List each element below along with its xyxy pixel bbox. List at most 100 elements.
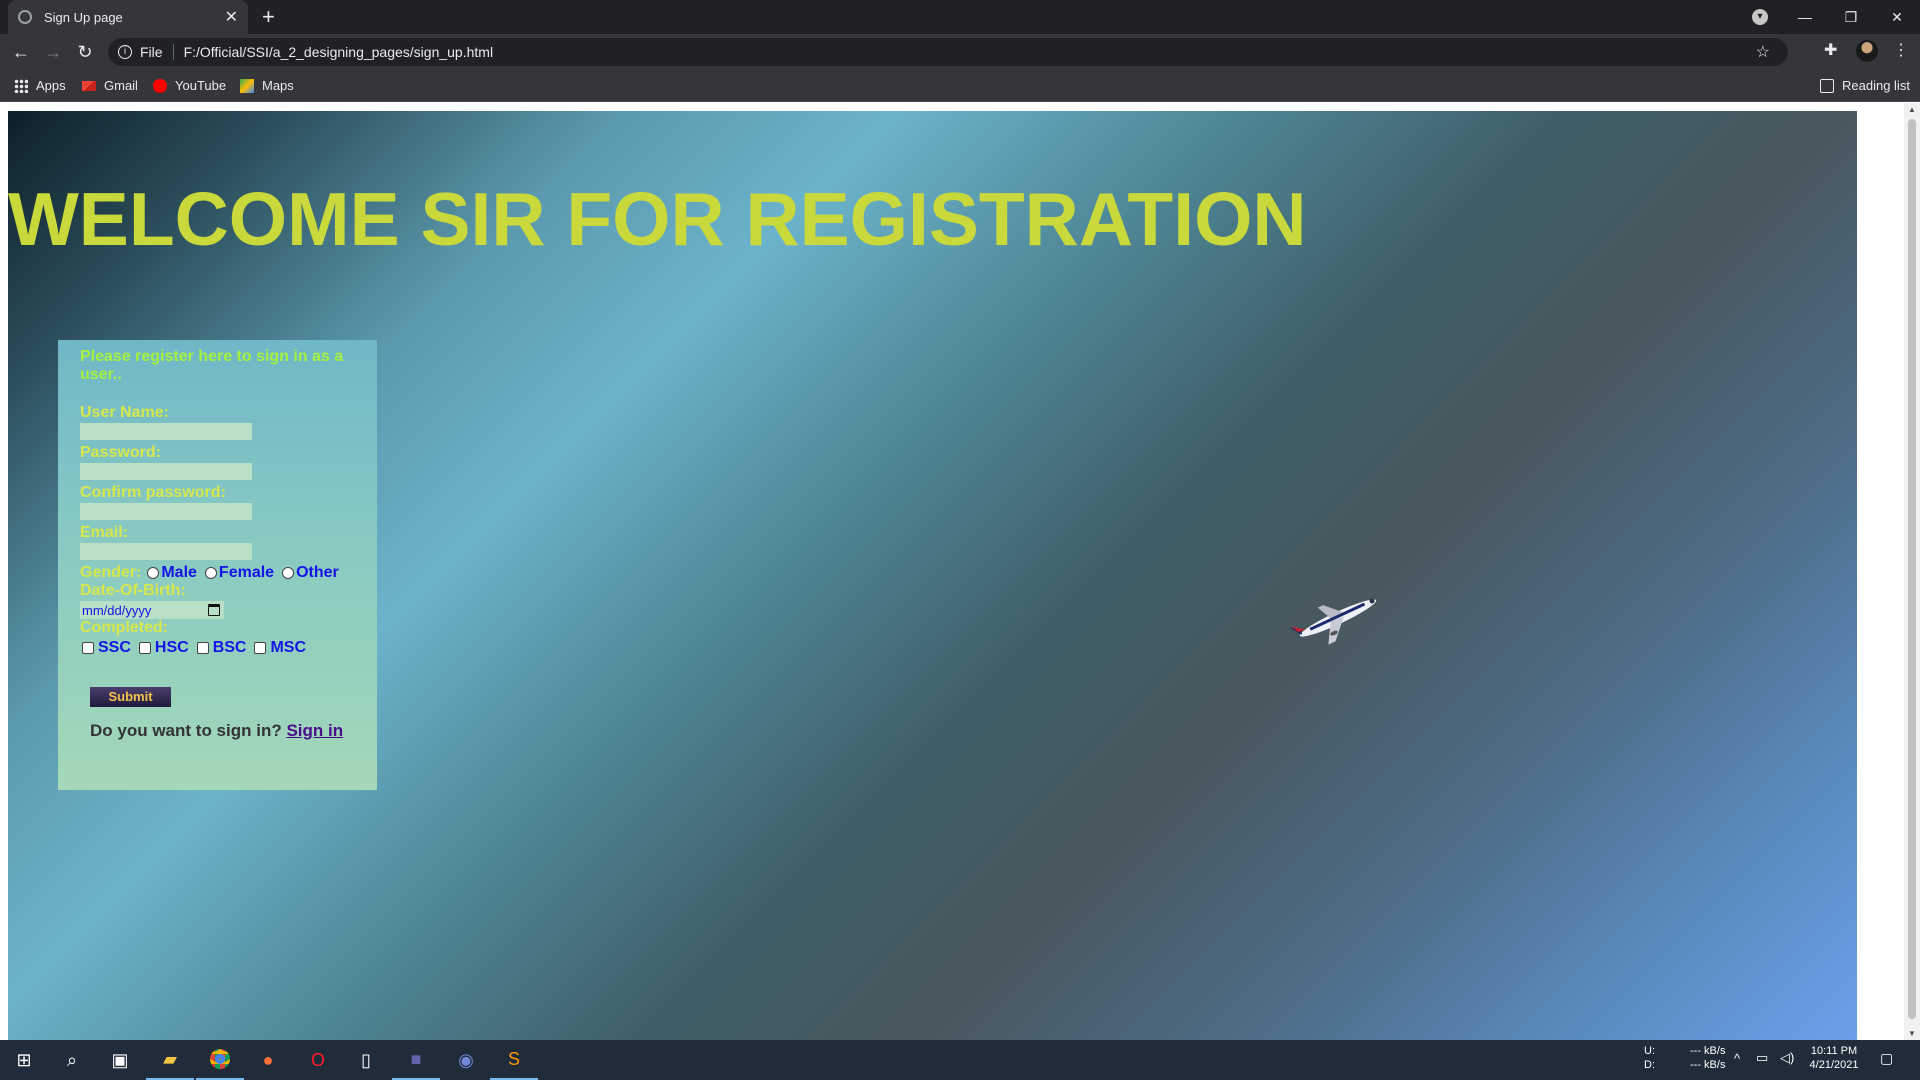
radio-button[interactable] <box>282 567 295 579</box>
menu-icon[interactable]: ⋮ <box>1893 40 1909 60</box>
url-text[interactable]: F:/Official/SSI/a_2_designing_pages/sign… <box>184 44 494 60</box>
reading-list-icon <box>1820 78 1834 93</box>
scrollbar-thumb[interactable] <box>1908 119 1916 1019</box>
notifications-icon[interactable]: ▢ <box>1880 1051 1893 1065</box>
option-label: Female <box>218 564 275 581</box>
scroll-up-icon[interactable]: ▲ <box>1908 105 1916 114</box>
bookmark-apps[interactable]: Apps <box>14 78 66 93</box>
close-tab-icon[interactable]: ✕ <box>225 7 238 27</box>
submit-button[interactable]: Submit <box>90 687 171 707</box>
registration-form: Please register here to sign in as a use… <box>58 340 377 790</box>
reload-icon[interactable]: ↻ <box>73 40 97 64</box>
checkbox[interactable] <box>82 642 94 654</box>
bookmark-maps[interactable]: Maps <box>240 78 294 93</box>
completed-option-bsc[interactable]: BSC <box>196 639 247 657</box>
gmail-icon <box>82 80 96 91</box>
clock[interactable]: 10:11 PM 4/21/2021 <box>1808 1044 1860 1072</box>
sublime-text-icon[interactable]: S <box>490 1040 538 1080</box>
calendar-icon[interactable] <box>208 604 220 616</box>
tab-search-icon[interactable]: ▾ <box>1752 9 1768 25</box>
completed-option-ssc[interactable]: SSC <box>82 639 131 657</box>
page-viewport: WELCOME SIR FOR REGISTRATION Please regi… <box>0 103 1920 1040</box>
info-icon[interactable]: i <box>118 45 132 59</box>
chrome-icon[interactable] <box>196 1040 244 1080</box>
option-label: MSC <box>270 639 307 656</box>
bookmark-star-icon[interactable]: ☆ <box>1756 42 1770 62</box>
task-view-icon[interactable]: ▣ <box>96 1040 144 1080</box>
bookmark-youtube[interactable]: YouTube <box>153 78 226 93</box>
bookmark-label: YouTube <box>175 78 227 93</box>
notepad-icon[interactable]: ▯ <box>342 1040 390 1080</box>
bookmark-label: Gmail <box>104 78 138 93</box>
clock-time: 10:11 PM <box>1810 1045 1858 1057</box>
password-field[interactable] <box>80 463 252 480</box>
youtube-icon <box>153 78 167 93</box>
clock-date: 4/21/2021 <box>1809 1059 1859 1071</box>
minimize-icon[interactable]: — <box>1782 0 1828 34</box>
opera-icon[interactable]: O <box>294 1040 342 1080</box>
forward-icon[interactable]: → <box>41 40 65 64</box>
close-window-icon[interactable]: ✕ <box>1874 0 1920 34</box>
tab-title: Sign Up page <box>44 9 123 25</box>
page-title: WELCOME SIR FOR REGISTRATION <box>8 177 1307 261</box>
firefox-icon[interactable]: ● <box>244 1040 292 1080</box>
confirm-password-field[interactable] <box>80 503 252 520</box>
divider <box>172 44 174 60</box>
completed-label: Completed: <box>80 619 168 636</box>
network-icon[interactable]: ▭ <box>1756 1051 1768 1065</box>
option-label: BSC <box>212 639 247 656</box>
net-up-label: U: <box>1644 1045 1655 1057</box>
volume-icon[interactable]: ◁) <box>1780 1051 1794 1065</box>
file-explorer-icon[interactable]: ▰ <box>146 1040 194 1080</box>
gender-row: Gender: Male Female Other <box>80 564 355 582</box>
bookmark-label: Maps <box>262 78 294 93</box>
gender-label: Gender: <box>80 564 142 581</box>
radio-button[interactable] <box>204 567 217 579</box>
password-label: Password: <box>80 444 161 461</box>
maps-icon <box>240 78 254 93</box>
signin-link[interactable]: Sign in <box>286 721 343 740</box>
page-scrollbar[interactable]: ▲ ▼ <box>1904 103 1920 1040</box>
option-label: SSC <box>98 639 131 656</box>
completed-option-msc[interactable]: MSC <box>254 639 306 657</box>
address-bar[interactable]: i File F:/Official/SSI/a_2_designing_pag… <box>108 38 1788 66</box>
dob-field[interactable]: mm/dd/yyyy <box>80 601 224 619</box>
reading-list-button[interactable]: Reading list <box>1820 78 1910 93</box>
bookmark-gmail[interactable]: Gmail <box>82 78 138 93</box>
net-up-rate: --- kB/s <box>1690 1045 1726 1057</box>
new-tab-icon[interactable]: + <box>262 4 275 30</box>
globe-icon <box>18 10 32 24</box>
checkbox[interactable] <box>138 642 151 654</box>
dob-placeholder: mm/dd/yyyy <box>82 602 152 618</box>
username-label: User Name: <box>80 404 169 421</box>
net-down-rate: --- kB/s <box>1690 1059 1726 1071</box>
back-icon[interactable]: ← <box>9 40 33 64</box>
signin-prompt: Do you want to sign in? Sign in <box>90 721 355 741</box>
email-field[interactable] <box>80 543 252 560</box>
windows-start-icon[interactable]: ⊞ <box>0 1040 48 1080</box>
tab-sign-up[interactable]: Sign Up page ✕ <box>8 0 248 34</box>
profile-avatar[interactable] <box>1856 40 1878 62</box>
completed-row: SSC HSC BSC MSC <box>82 639 355 657</box>
gender-option-male[interactable]: Male <box>147 564 197 582</box>
browser-toolbar: ← → ↻ i File F:/Official/SSI/a_2_designi… <box>0 34 1920 70</box>
checkbox[interactable] <box>254 642 267 654</box>
discord-icon[interactable]: ◉ <box>442 1040 490 1080</box>
extensions-icon[interactable]: ✚ <box>1824 40 1837 60</box>
restore-icon[interactable]: ❐ <box>1828 0 1874 34</box>
gender-option-female[interactable]: Female <box>204 564 275 582</box>
checkbox[interactable] <box>196 642 209 654</box>
tray-chevron-icon[interactable]: ^ <box>1734 1052 1740 1066</box>
username-field[interactable] <box>80 423 252 440</box>
dob-label: Date-Of-Birth: <box>80 582 186 599</box>
search-icon[interactable]: ⌕ <box>48 1040 96 1080</box>
net-labels: U: D: <box>1644 1044 1655 1072</box>
completed-option-hsc[interactable]: HSC <box>138 639 189 657</box>
scroll-down-icon[interactable]: ▼ <box>1908 1029 1916 1038</box>
teams-icon[interactable]: ■ <box>392 1040 440 1080</box>
apps-grid-icon <box>14 78 28 93</box>
gender-option-other[interactable]: Other <box>282 564 339 582</box>
radio-button[interactable] <box>147 567 160 579</box>
option-label: HSC <box>154 639 189 656</box>
email-label: Email: <box>80 524 129 541</box>
